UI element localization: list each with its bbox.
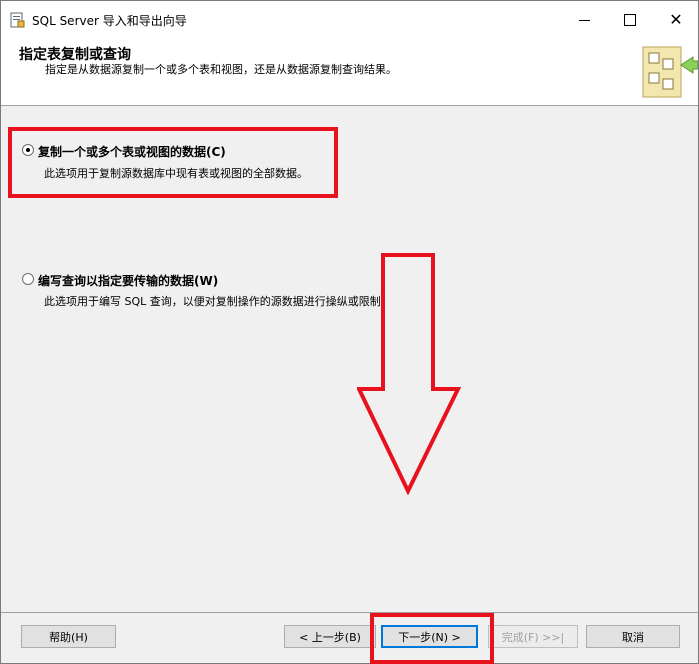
option-highlight-box — [8, 127, 338, 198]
minimize-icon — [578, 19, 590, 21]
maximize-button[interactable] — [607, 1, 653, 39]
write-query-description: 此选项用于编写 SQL 查询，以便对复制操作的源数据进行操纵或限制。 — [44, 295, 392, 308]
title-bar: SQL Server 导入和导出向导 ✕ — [1, 1, 698, 39]
wizard-header-graphic — [642, 46, 698, 98]
finish-button: 完成(F) >>| — [488, 625, 578, 648]
write-query-radio[interactable] — [22, 273, 34, 285]
page-subtitle: 指定是从数据源复制一个或多个表和视图，还是从数据源复制查询结果。 — [45, 63, 397, 76]
next-button-highlight-box — [370, 613, 494, 664]
window-title: SQL Server 导入和导出向导 — [32, 14, 187, 28]
sql-wizard-icon — [10, 12, 25, 28]
close-icon: ✕ — [669, 10, 683, 29]
maximize-icon — [624, 14, 636, 26]
down-arrow-annotation — [357, 253, 461, 495]
wizard-header: 指定表复制或查询 指定是从数据源复制一个或多个表和视图，还是从数据源复制查询结果… — [1, 39, 698, 106]
close-button[interactable]: ✕ — [653, 1, 699, 39]
help-button[interactable]: 帮助(H) — [21, 625, 116, 648]
wizard-window: SQL Server 导入和导出向导 ✕ 指定表复制或查询 指定是从数据源复制一… — [0, 0, 699, 664]
cancel-button[interactable]: 取消 — [586, 625, 680, 648]
write-query-label[interactable]: 编写查询以指定要传输的数据(W) — [38, 272, 218, 289]
back-button[interactable]: < 上一步(B) — [284, 625, 376, 648]
minimize-button[interactable] — [561, 1, 607, 39]
footer-separator — [1, 612, 698, 613]
